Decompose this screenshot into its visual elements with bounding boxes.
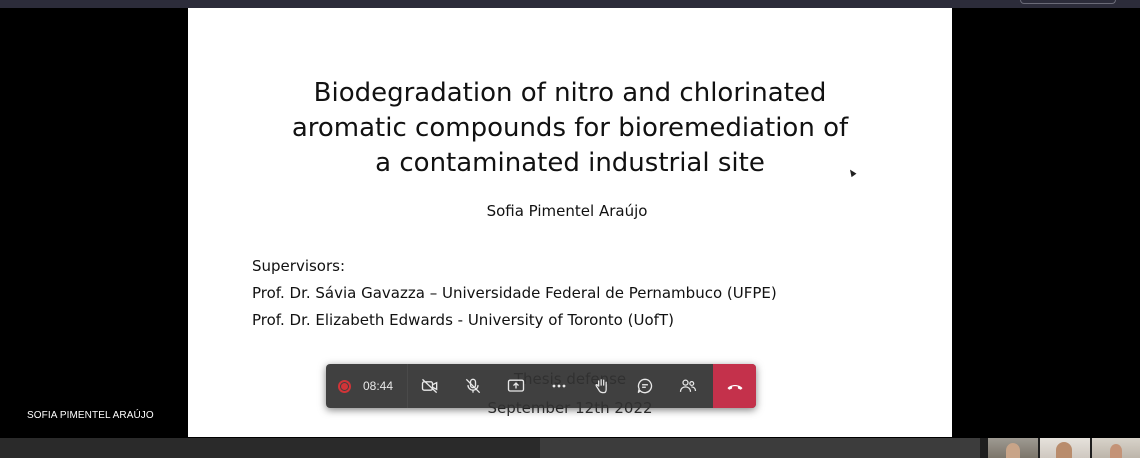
microphone-button[interactable] (451, 364, 494, 408)
bottom-strip-left (0, 438, 540, 458)
top-bar (0, 0, 1140, 8)
bottom-strip (0, 438, 1140, 458)
mic-off-icon (465, 378, 480, 394)
recording-dot-icon (338, 379, 351, 393)
supervisor-line: Prof. Dr. Sávia Gavazza – Universidade F… (252, 284, 777, 302)
recording-time: 08:44 (363, 379, 394, 393)
slide-title-line: Biodegradation of nitro and chlorinated (313, 78, 827, 108)
participant-name: SOFIA PIMENTEL ARAÚJO (27, 410, 154, 421)
participant-thumbnail[interactable] (1040, 438, 1090, 458)
slide-author: Sofia Pimentel Araújo (486, 202, 648, 220)
participant-thumbnail[interactable] (1092, 438, 1140, 458)
camera-off-icon (421, 378, 437, 394)
more-options-icon (552, 384, 565, 388)
avatar (1006, 443, 1020, 458)
call-toolbar: 08:44 (326, 364, 756, 408)
avatar (1110, 444, 1122, 458)
raise-hand-button[interactable] (580, 364, 623, 408)
supervisor-line: Prof. Dr. Elizabeth Edwards - University… (252, 311, 674, 329)
top-control-pill[interactable] (1020, 0, 1116, 4)
supervisors-heading: Supervisors: (252, 257, 346, 275)
participants-icon (679, 379, 696, 392)
share-screen-icon (507, 379, 524, 392)
raise-hand-icon (594, 379, 607, 394)
chat-icon (637, 378, 652, 394)
camera-button[interactable] (408, 364, 451, 408)
slide-title: Biodegradation of nitro and chlorinated … (188, 76, 952, 181)
chat-button[interactable] (623, 364, 666, 408)
hang-up-button[interactable] (713, 364, 756, 408)
participants-button[interactable] (666, 364, 709, 408)
bottom-strip-right (540, 438, 980, 458)
share-screen-button[interactable] (494, 364, 537, 408)
slide-title-line: aromatic compounds for bioremediation of (291, 113, 849, 143)
recording-indicator[interactable]: 08:44 (326, 364, 408, 408)
hang-up-icon (727, 384, 742, 390)
supervisors-block: Supervisors: Prof. Dr. Sávia Gavazza – U… (252, 253, 777, 334)
slide-title-line: a contaminated industrial site (375, 148, 765, 178)
more-options-button[interactable] (537, 364, 580, 408)
participant-thumbnail[interactable] (988, 438, 1038, 458)
avatar (1056, 442, 1072, 458)
